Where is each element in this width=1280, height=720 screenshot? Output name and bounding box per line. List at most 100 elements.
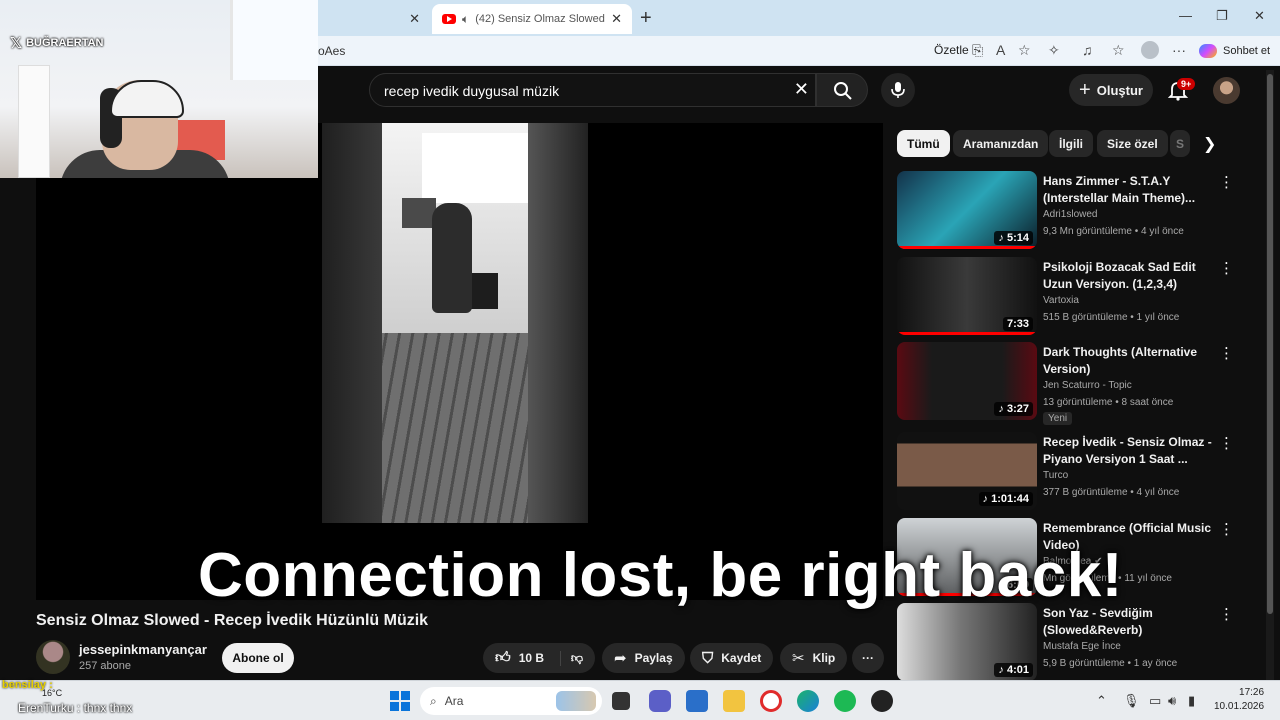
volume-icon[interactable]: 🔊︎ [1168, 693, 1176, 709]
tab-title: (42) Sensiz Olmaz Slowed - Re [475, 13, 605, 25]
create-button[interactable]: + Oluştur [1069, 74, 1153, 106]
video-thumbnail[interactable]: 7:33 [897, 257, 1037, 335]
browser-tab-active[interactable]: 🔈︎ (42) Sensiz Olmaz Slowed - Re ✕ [432, 4, 632, 34]
recommendation-title[interactable]: Dark Thoughts (Alternative Version) [1043, 344, 1215, 378]
recommendation-title[interactable]: Hans Zimmer - S.T.A.Y (Interstellar Main… [1043, 173, 1215, 207]
video-thumbnail[interactable]: ♪ 3:27 [897, 342, 1037, 420]
search-icon: ⌕ [430, 693, 437, 708]
kebab-menu-icon[interactable]: ⋮ [1219, 605, 1234, 623]
chip-from-search[interactable]: Aramanızdan [953, 130, 1049, 157]
extensions-icon[interactable]: ✧ [1048, 42, 1060, 59]
file-explorer-icon[interactable] [723, 690, 745, 712]
speaker-icon[interactable]: 🔈︎ [462, 12, 469, 27]
subscribe-button[interactable]: Abone ol [222, 643, 294, 673]
save-button[interactable]: ⛉ Kaydet [690, 643, 774, 673]
video-thumbnail[interactable]: ♪ 4:01 [897, 603, 1037, 681]
recommendation-channel[interactable]: Vartoxia [1043, 295, 1079, 306]
copilot-chat-button[interactable]: Sohbet et [1199, 41, 1270, 61]
video-duration: ♪ 1:01:44 [978, 492, 1033, 506]
recommendation-channel[interactable]: Turco [1043, 470, 1068, 481]
recommendation-channel[interactable]: Adri1slowed [1043, 209, 1097, 220]
taskbar-search[interactable]: ⌕ Ara [420, 687, 602, 715]
like-count[interactable]: 10 B [519, 651, 544, 665]
translate-icon[interactable]: ⎘ [972, 42, 983, 59]
video-frame [322, 123, 588, 523]
chip-for-you[interactable]: Size özel [1097, 130, 1168, 157]
clip-label: Klip [812, 651, 836, 665]
summarize-button[interactable]: Özetle [934, 43, 969, 57]
video-thumbnail[interactable]: ♪ 1:01:44 [897, 432, 1037, 510]
store-icon[interactable] [686, 690, 708, 712]
chip-all[interactable]: Tümü [897, 130, 950, 157]
kebab-menu-icon[interactable]: ⋮ [1219, 259, 1234, 277]
clock-date: 10.01.2026 [1214, 701, 1265, 712]
recommendation-item[interactable]: 7:33 Psikoloji Bozacak Sad Edit Uzun Ver… [897, 257, 1247, 337]
teams-icon[interactable] [649, 690, 671, 712]
voice-search-button[interactable] [881, 73, 915, 107]
maximize-icon[interactable]: ❐ [1216, 8, 1228, 24]
recommendation-item[interactable]: ♪ 5:14 Hans Zimmer - S.T.A.Y (Interstell… [897, 171, 1247, 251]
profile-icon[interactable] [1141, 41, 1159, 59]
system-clock[interactable]: 17:26 10.01.2026 [1214, 686, 1264, 714]
spotify-icon[interactable] [834, 690, 856, 712]
chevron-right-icon[interactable]: ❯ [1203, 134, 1216, 154]
media-icon[interactable]: ♫ [1082, 42, 1093, 58]
close-tab-icon[interactable]: ✕ [409, 11, 420, 27]
recommendation-channel[interactable]: Jen Scaturro - Topic [1043, 380, 1132, 391]
notification-count-badge: 9+ [1177, 78, 1196, 90]
close-window-icon[interactable]: ✕ [1254, 8, 1265, 24]
weather-temperature: 16°C [42, 688, 63, 698]
chat-message: ErenTurku : thnx thnx [18, 701, 133, 715]
search-highlight-image [556, 691, 596, 711]
more-menu-icon[interactable]: ··· [1172, 42, 1186, 58]
favorite-star-icon[interactable]: ☆ [1018, 42, 1031, 59]
video-player[interactable] [36, 123, 883, 600]
more-actions-button[interactable]: ··· [852, 643, 884, 673]
kebab-menu-icon[interactable]: ⋮ [1219, 173, 1234, 191]
browser-tab-inactive[interactable]: ✕ [318, 4, 430, 34]
address-url[interactable]: oAes [318, 44, 345, 58]
recommendation-item[interactable]: ♪ 1:01:44 Recep İvedik - Sensiz Olmaz - … [897, 432, 1247, 512]
opera-icon[interactable] [760, 690, 782, 712]
close-tab-icon[interactable]: ✕ [611, 11, 622, 27]
sidebar-scrollbar[interactable] [1266, 70, 1274, 680]
tray-overflow-icon[interactable]: ⌃ [1096, 693, 1107, 709]
channel-name[interactable]: jessepinkmanyançar [79, 642, 207, 657]
clear-search-icon[interactable]: ✕ [794, 79, 809, 100]
search-button[interactable] [816, 73, 868, 107]
new-tab-icon[interactable]: + [640, 7, 652, 30]
recommendation-title[interactable]: Psikoloji Bozacak Sad Edit Uzun Versiyon… [1043, 259, 1215, 293]
chip-partial[interactable]: S [1170, 130, 1191, 157]
obs-icon[interactable] [871, 690, 893, 712]
battery-icon[interactable]: ▮ [1188, 693, 1195, 709]
kebab-menu-icon[interactable]: ⋮ [1219, 520, 1234, 538]
search-input[interactable]: recep ivedik duygusal müzik ✕ [369, 73, 816, 107]
recommendation-channel[interactable]: Mustafa Ege İnce [1043, 641, 1121, 652]
collections-icon[interactable]: ☆ [1112, 42, 1125, 59]
channel-avatar[interactable] [36, 640, 70, 674]
recommendation-item[interactable]: ♪ 4:01 Son Yaz - Sevdiğim (Slowed&Reverb… [897, 603, 1247, 683]
kebab-menu-icon[interactable]: ⋮ [1219, 434, 1234, 452]
task-view-icon[interactable] [612, 692, 630, 710]
video-thumbnail[interactable]: ♪ 5:14 [897, 171, 1037, 249]
account-avatar[interactable] [1213, 77, 1240, 104]
taskbar-search-placeholder: Ara [444, 694, 464, 708]
search-query: recep ivedik duygusal müzik [384, 83, 560, 99]
reader-icon[interactable]: A [996, 42, 1005, 58]
recommendation-title[interactable]: Recep İvedik - Sensiz Olmaz - Piyano Ver… [1043, 434, 1215, 468]
search-icon [834, 82, 852, 100]
new-badge: Yeni [1043, 412, 1073, 425]
share-button[interactable]: ➦ Paylaş [602, 643, 685, 673]
windows-start-icon[interactable] [390, 691, 410, 711]
thumbs-up-icon[interactable]: 👍︎ [495, 649, 511, 667]
kebab-menu-icon[interactable]: ⋮ [1219, 344, 1234, 362]
thumbs-down-icon[interactable]: 👎︎ [559, 650, 583, 666]
recommendation-item[interactable]: ♪ 3:27 Dark Thoughts (Alternative Versio… [897, 342, 1247, 425]
network-icon[interactable]: ▭ [1149, 693, 1161, 709]
copilot-label: Sohbet et [1223, 45, 1271, 57]
minimize-icon[interactable]: — [1179, 8, 1192, 23]
chip-related[interactable]: İlgili [1049, 130, 1093, 157]
microphone-tray-icon[interactable]: 🎙︎ [1123, 693, 1140, 709]
clip-button[interactable]: ✂ Klip [780, 643, 848, 673]
edge-icon[interactable] [797, 690, 819, 712]
